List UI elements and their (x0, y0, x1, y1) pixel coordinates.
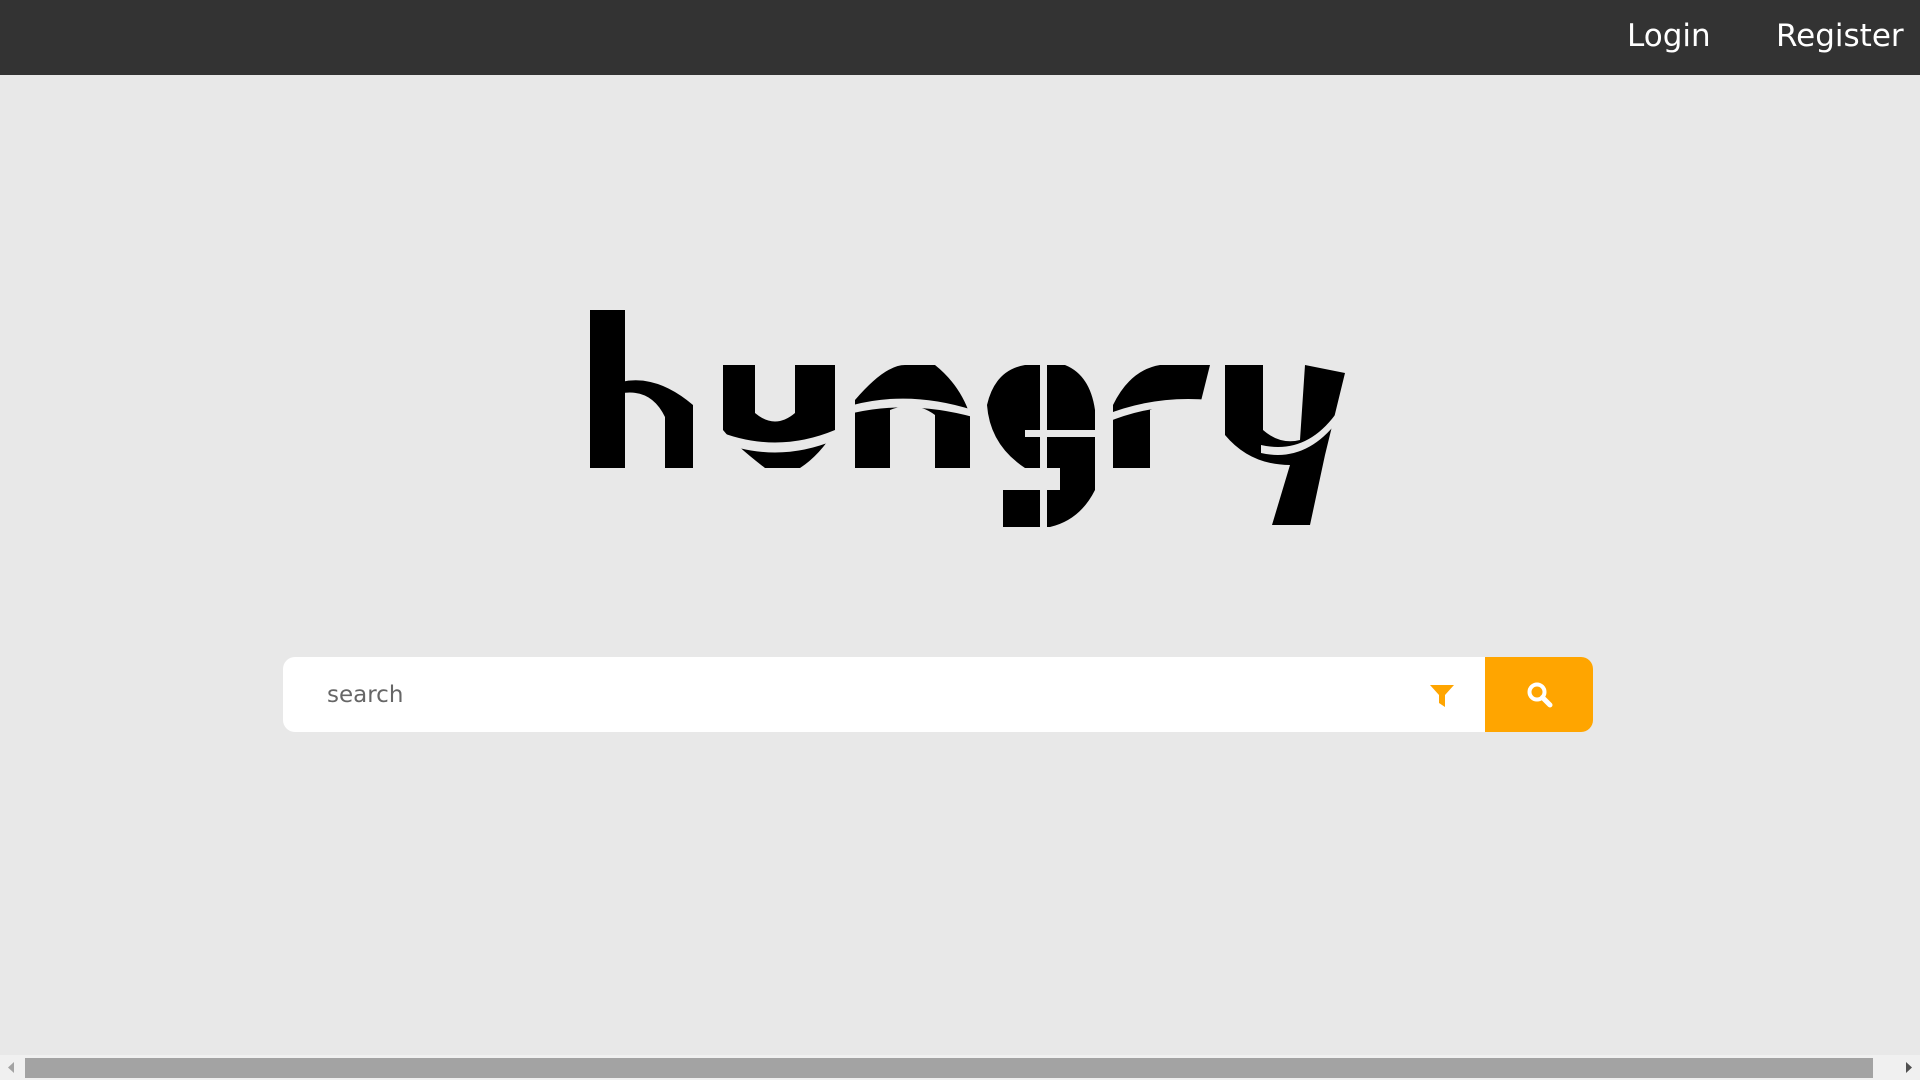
horizontal-scrollbar[interactable] (0, 1055, 1920, 1080)
search-button[interactable] (1485, 657, 1593, 732)
scroll-right-arrow-icon[interactable] (1896, 1055, 1920, 1080)
register-link[interactable]: Register (1776, 0, 1904, 75)
search-input[interactable] (283, 657, 1485, 732)
hungry-logo (590, 310, 1345, 527)
scrollbar-thumb[interactable] (25, 1058, 1873, 1078)
top-nav-bar: Login Register (0, 0, 1920, 75)
login-link[interactable]: Login (1627, 0, 1711, 75)
scroll-left-arrow-icon[interactable] (0, 1055, 24, 1080)
search-bar (283, 657, 1593, 732)
filter-icon[interactable] (1429, 682, 1455, 708)
search-icon (1527, 682, 1553, 708)
